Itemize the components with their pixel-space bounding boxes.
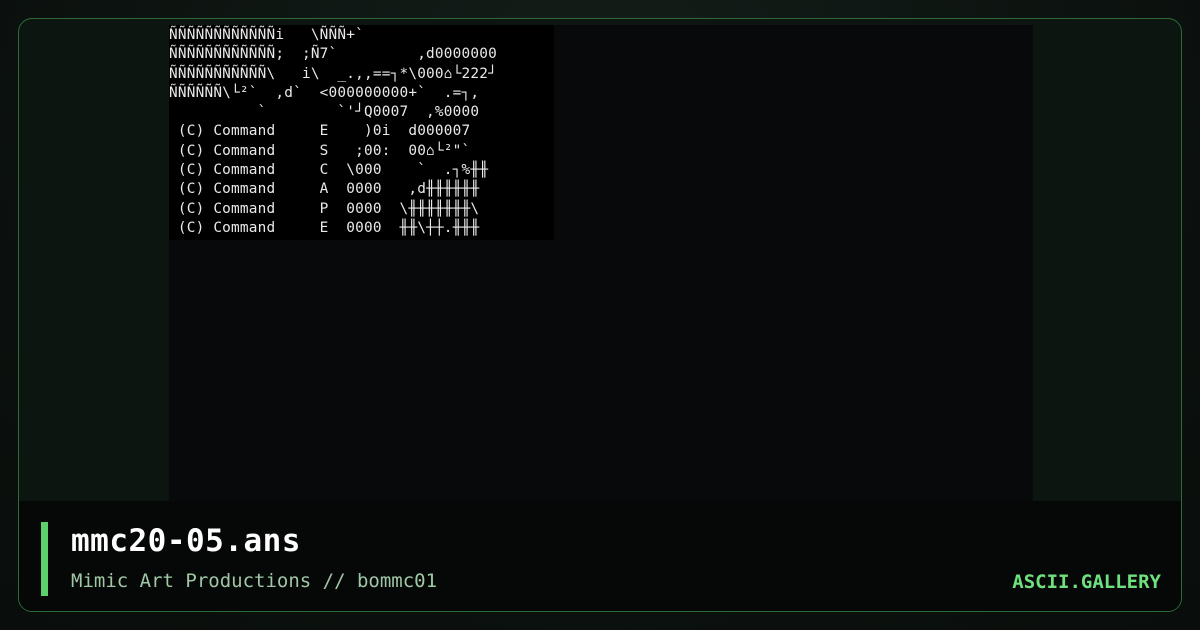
card-frame: ÑÑÑÑÑÑÑÑÑÑÑÑi \ÑÑÑ+` ÑÑÑÑÑÑÑÑÑÑÑÑ; ;Ñ7` …: [18, 18, 1182, 612]
ansi-artwork: ÑÑÑÑÑÑÑÑÑÑÑÑi \ÑÑÑ+` ÑÑÑÑÑÑÑÑÑÑÑÑ; ;Ñ7` …: [169, 25, 554, 240]
og-card: ÑÑÑÑÑÑÑÑÑÑÑÑi \ÑÑÑ+` ÑÑÑÑÑÑÑÑÑÑÑÑ; ;Ñ7` …: [0, 0, 1200, 630]
artist-subtitle: Mimic Art Productions // bommc01: [71, 570, 438, 592]
site-brand[interactable]: ASCII.GALLERY: [1012, 571, 1161, 593]
artwork-canvas: ÑÑÑÑÑÑÑÑÑÑÑÑi \ÑÑÑ+` ÑÑÑÑÑÑÑÑÑÑÑÑ; ;Ñ7` …: [169, 25, 1033, 515]
file-title: mmc20-05.ans: [71, 523, 301, 559]
accent-bar: [41, 522, 48, 596]
caption-bar: mmc20-05.ans Mimic Art Productions // bo…: [19, 501, 1181, 611]
